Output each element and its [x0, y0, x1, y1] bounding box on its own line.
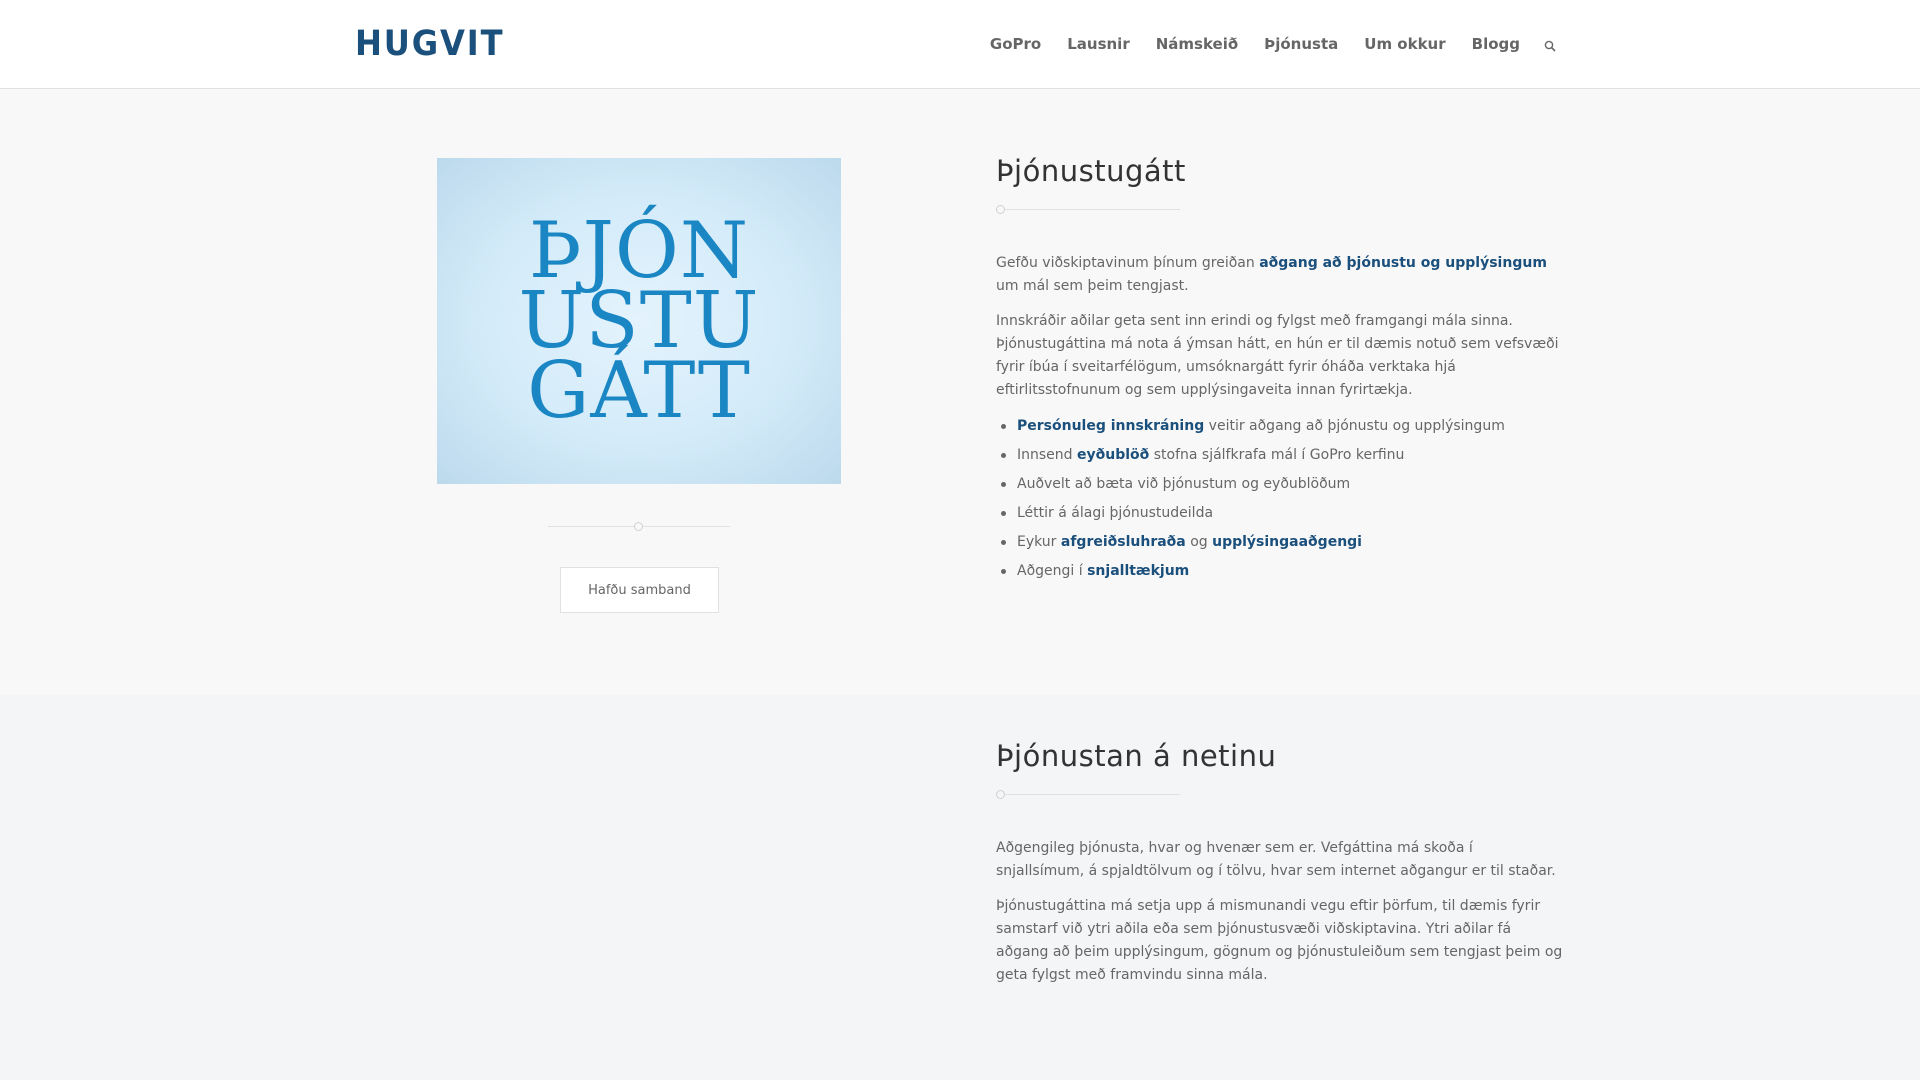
section-title: Þjónustan á netinu [996, 739, 1277, 773]
title-divider [996, 790, 1180, 800]
image-text-line-3: GÁTT [527, 346, 751, 436]
intro-paragraph: Gefðu viðskiptavinum þínum greiðan aðgan… [996, 252, 1564, 298]
text-span: um mál sem þeim tengjast. [996, 278, 1189, 294]
highlight: Persónuleg innskráning [1017, 418, 1205, 434]
list-item: Aðgengi í snjalltækjum [996, 557, 1564, 586]
online-paragraph-2: Þjónustugáttina má setja upp á mismunand… [996, 898, 1563, 983]
online-paragraph-1: Aðgengileg þjónusta, hvar og hvenær sem … [996, 840, 1556, 879]
nav-item-um-okkur[interactable]: Um okkur [1364, 35, 1445, 53]
site-header: HUGVIT GoPro Lausnir Námskeið Þjónusta U… [0, 0, 1920, 89]
nav-item-namskeid[interactable]: Námskeið [1156, 35, 1238, 53]
text-span: veitir aðgang að þjónustu og upplýsingum [1204, 418, 1505, 434]
text-span: og [1185, 534, 1213, 550]
text-span: stofna sjálfkrafa mál í GoPro kerfinu [1149, 447, 1405, 463]
text-span: Innsend [1017, 447, 1077, 463]
description-paragraph: Innskráðir aðilar geta sent inn erindi o… [996, 313, 1559, 398]
highlight: upplýsingaaðgengi [1212, 534, 1362, 550]
highlight: eyðublöð [1077, 447, 1150, 463]
text-span: Aðgengi í [1017, 563, 1088, 579]
highlight: snjalltækjum [1087, 563, 1190, 579]
nav-item-blogg[interactable]: Blogg [1472, 35, 1520, 53]
list-item: Innsend eyðublöð stofna sjálfkrafa mál í… [996, 441, 1564, 470]
highlight-access: aðgang að þjónustu og upplýsingum [1259, 255, 1547, 271]
search-icon-svg [1544, 40, 1556, 52]
title-divider [996, 205, 1180, 215]
list-item: Léttir á álagi þjónustudeilda [996, 499, 1564, 528]
list-item: Persónuleg innskráning veitir aðgang að … [996, 412, 1564, 441]
text-span: Gefðu viðskiptavinum þínum greiðan [996, 255, 1260, 271]
contact-button[interactable]: Hafðu samband [560, 567, 719, 613]
nav-item-lausnir[interactable]: Lausnir [1067, 35, 1130, 53]
list-item: Eykur afgreiðsluhraða og upplýsingaaðgen… [996, 528, 1564, 557]
highlight: afgreiðsluhraða [1060, 534, 1186, 550]
service-portal-image: ÞJÓN USTU GÁTT [437, 158, 841, 484]
section-service-portal: ÞJÓN USTU GÁTT Hafðu samband Þjónustugát… [0, 89, 1920, 695]
nav-item-gopro[interactable]: GoPro [990, 35, 1041, 53]
section-title: Þjónustugátt [996, 154, 1186, 188]
section-online-service: Þjónustan á netinu Aðgengileg þjónusta, … [0, 695, 1920, 1080]
online-service-content: Þjónustan á netinu Aðgengileg þjónusta, … [996, 738, 1564, 987]
image-divider [548, 522, 730, 532]
search-icon[interactable] [1544, 37, 1558, 52]
nav-item-thjonusta[interactable]: Þjónusta [1264, 35, 1338, 53]
service-portal-content: Þjónustugátt Gefðu viðskiptavinum þínum … [996, 153, 1564, 586]
list-item: Auðvelt að bæta við þjónustum og eyðublö… [996, 470, 1564, 499]
main-nav: GoPro Lausnir Námskeið Þjónusta Um okkur… [964, 0, 1558, 88]
logo[interactable]: HUGVIT [355, 24, 504, 64]
feature-list: Persónuleg innskráning veitir aðgang að … [996, 412, 1564, 586]
text-span: Eykur [1017, 534, 1061, 550]
